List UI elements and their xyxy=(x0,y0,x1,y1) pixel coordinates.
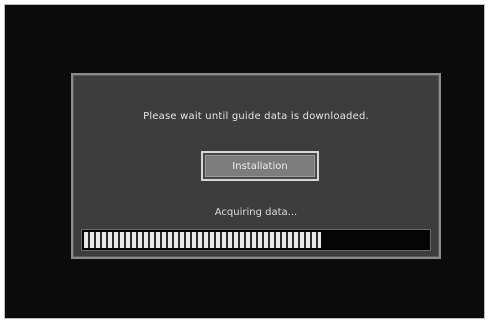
progress-bar-fill xyxy=(84,232,321,248)
tv-screen: Please wait until guide data is download… xyxy=(4,4,485,319)
progress-bar xyxy=(81,229,431,251)
installation-button-label: Installation xyxy=(205,155,315,177)
wait-message: Please wait until guide data is download… xyxy=(143,111,369,122)
download-dialog: Please wait until guide data is download… xyxy=(71,73,441,259)
status-text: Acquiring data... xyxy=(214,207,298,218)
installation-button[interactable]: Installation xyxy=(201,151,319,181)
